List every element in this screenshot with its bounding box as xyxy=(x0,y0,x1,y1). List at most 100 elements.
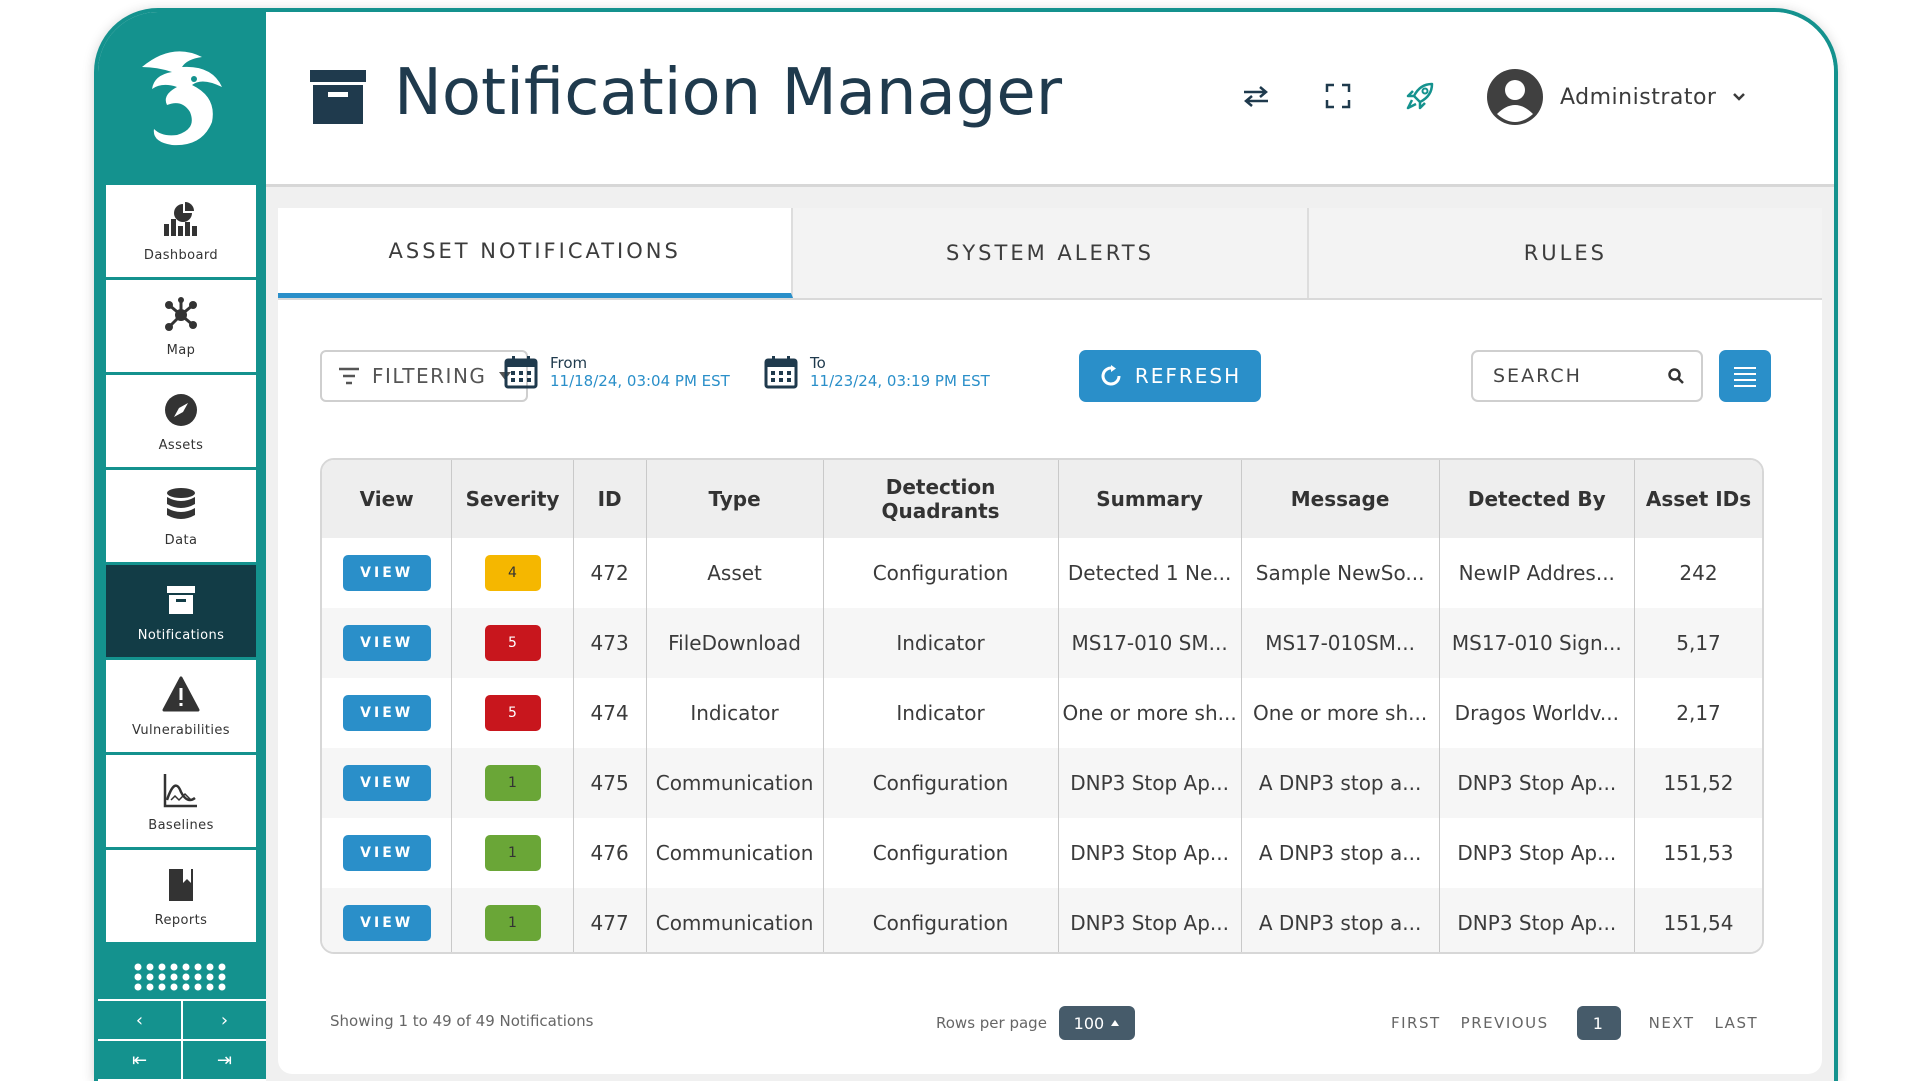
sidebar-item-data[interactable]: Data xyxy=(106,470,256,562)
cell-summary: DNP3 Stop Ap... xyxy=(1058,888,1242,952)
column-header-detection-quadrants[interactable]: Detection Quadrants xyxy=(823,460,1059,538)
notifications-card: ASSET NOTIFICATIONS SYSTEM ALERTS RULES … xyxy=(278,208,1822,1074)
avatar xyxy=(1487,69,1543,125)
cell-message: MS17-010SM... xyxy=(1241,608,1440,678)
cell-message: A DNP3 stop a... xyxy=(1241,818,1440,888)
archive-box-icon xyxy=(308,68,368,130)
collapse-left-button[interactable]: ⇤ xyxy=(98,1041,183,1079)
filtering-dropdown[interactable]: FILTERING xyxy=(320,350,528,402)
last-page-button[interactable]: LAST xyxy=(1714,1014,1758,1032)
tab-asset-notifications[interactable]: ASSET NOTIFICATIONS xyxy=(278,208,794,298)
view-button[interactable]: VIEW xyxy=(342,555,431,591)
map-icon xyxy=(165,296,197,331)
rows-per-page-select[interactable]: 100 xyxy=(1058,1006,1135,1040)
cell-message: Sample NewSo... xyxy=(1241,538,1440,608)
cell-summary: Detected 1 Ne... xyxy=(1058,538,1242,608)
tab-rules[interactable]: RULES xyxy=(1308,208,1822,298)
swap-arrows-icon[interactable] xyxy=(1238,78,1274,114)
cell-detected-by: DNP3 Stop Ap... xyxy=(1439,748,1636,818)
cell-summary: MS17-010 SM... xyxy=(1058,608,1242,678)
tab-system-alerts[interactable]: SYSTEM ALERTS xyxy=(793,208,1309,298)
current-page-button[interactable]: 1 xyxy=(1576,1006,1621,1040)
warning-icon xyxy=(162,676,200,711)
sidebar-item-baselines[interactable]: Baselines xyxy=(106,755,256,847)
dashboard-icon xyxy=(164,201,197,236)
table-header-row: View Severity ID Type Detection Quadrant… xyxy=(322,460,1762,538)
filtering-label: FILTERING xyxy=(372,364,487,388)
archive-box-icon xyxy=(167,585,195,614)
table-row: VIEW 1 475 Communication Configuration D… xyxy=(322,748,1762,818)
sidebar-item-notifications[interactable]: Notifications xyxy=(106,565,256,657)
cell-asset-ids: 2,17 xyxy=(1676,701,1721,725)
chevron-right-button[interactable]: › xyxy=(183,1001,266,1039)
calendar-icon xyxy=(764,356,798,389)
app-frame: Dashboard Map Assets Data Notifications … xyxy=(94,8,1838,1081)
sidebar-item-label: Notifications xyxy=(137,627,225,643)
sidebar-item-map[interactable]: Map xyxy=(106,280,256,372)
to-label: To xyxy=(810,354,826,372)
cell-type: Communication xyxy=(646,888,824,952)
cell-asset-ids: 5,17 xyxy=(1634,608,1762,678)
column-header-id[interactable]: ID xyxy=(573,460,647,538)
column-header-message[interactable]: Message xyxy=(1241,460,1440,538)
cell-summary: DNP3 Stop Ap... xyxy=(1058,748,1242,818)
sidebar-nav-arrows: ‹ › xyxy=(98,1001,266,1041)
previous-page-button[interactable]: PREVIOUS xyxy=(1461,1014,1549,1032)
column-header-type[interactable]: Type xyxy=(646,460,824,538)
view-button[interactable]: VIEW xyxy=(342,625,431,661)
compass-icon xyxy=(165,393,197,426)
toolbar: FILTERING From 11/18/24, 03:04 PM EST To… xyxy=(278,300,1822,420)
column-header-asset-ids[interactable]: Asset IDs xyxy=(1634,460,1762,538)
column-header-detected-by[interactable]: Detected By xyxy=(1439,460,1636,538)
column-header-summary[interactable]: Summary xyxy=(1058,460,1242,538)
view-button[interactable]: VIEW xyxy=(342,835,431,871)
apps-grid-button[interactable] xyxy=(98,955,266,1001)
sidebar-item-assets[interactable]: Assets xyxy=(106,375,256,467)
cell-id: 474 xyxy=(573,678,647,748)
sidebar-item-vulnerabilities[interactable]: Vulnerabilities xyxy=(106,660,256,752)
sidebar-item-reports[interactable]: Reports xyxy=(106,850,256,942)
cell-asset-ids: 151,53 xyxy=(1663,841,1734,865)
cell-message: A DNP3 stop a... xyxy=(1241,888,1440,952)
next-page-button[interactable]: NEXT xyxy=(1649,1014,1695,1032)
view-button[interactable]: VIEW xyxy=(342,695,431,731)
chevron-down-icon xyxy=(1733,93,1746,101)
cell-message: A DNP3 stop a... xyxy=(1241,748,1440,818)
refresh-button[interactable]: REFRESH xyxy=(1079,350,1261,402)
column-header-severity[interactable]: Severity xyxy=(451,460,574,538)
refresh-icon xyxy=(1101,365,1121,386)
first-page-button[interactable]: FIRST xyxy=(1391,1014,1441,1032)
user-menu[interactable]: Administrator xyxy=(1486,68,1746,126)
chevron-left-button[interactable]: ‹ xyxy=(98,1001,183,1039)
view-button[interactable]: VIEW xyxy=(342,905,431,941)
column-menu-button[interactable] xyxy=(1719,350,1771,402)
search-icon[interactable] xyxy=(1667,367,1685,385)
fullscreen-icon[interactable] xyxy=(1320,78,1356,114)
app-screen: Dashboard Map Assets Data Notifications … xyxy=(98,12,1834,1081)
cell-detected-by: DNP3 Stop Ap... xyxy=(1439,818,1636,888)
date-to[interactable]: To 11/23/24, 03:19 PM EST xyxy=(764,354,990,390)
cell-message: One or more sh... xyxy=(1241,678,1440,748)
cell-detected-by: DNP3 Stop Ap... xyxy=(1439,888,1636,952)
cell-asset-ids: 151,52 xyxy=(1634,748,1762,818)
column-header-view[interactable]: View xyxy=(322,460,453,538)
rocket-icon[interactable] xyxy=(1402,78,1438,114)
view-button[interactable]: VIEW xyxy=(342,765,431,801)
date-from[interactable]: From 11/18/24, 03:04 PM EST xyxy=(504,354,730,390)
table-row: VIEW 4 472 Asset Configuration Detected … xyxy=(322,538,1762,608)
sidebar-item-label: Assets xyxy=(158,437,204,453)
cell-quadrant: Indicator xyxy=(823,678,1059,748)
table-row: VIEW 1 477 Communication Configuration D… xyxy=(322,888,1762,952)
notifications-table: View Severity ID Type Detection Quadrant… xyxy=(320,458,1764,954)
cell-quadrant: Configuration xyxy=(823,818,1059,888)
user-name: Administrator xyxy=(1560,84,1717,110)
grid-dots-icon xyxy=(134,963,226,991)
sidebar-item-dashboard[interactable]: Dashboard xyxy=(106,185,256,277)
cell-detected-by: Dragos Worldv... xyxy=(1439,678,1636,748)
search-input[interactable] xyxy=(1493,365,1653,387)
expand-right-button[interactable]: ⇥ xyxy=(183,1041,266,1079)
sidebar-item-label: Baselines xyxy=(148,817,214,833)
sidebar-nav: Dashboard Map Assets Data Notifications … xyxy=(106,185,256,945)
rows-per-page-label: Rows per page xyxy=(936,1014,1047,1032)
chart-icon xyxy=(163,773,197,807)
